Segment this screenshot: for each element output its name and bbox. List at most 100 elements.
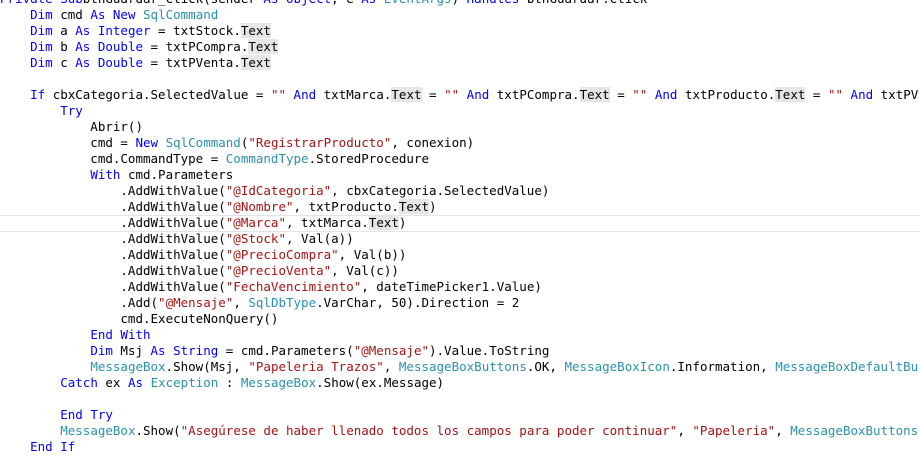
code-token: , [233,295,249,310]
string-token: "@Stock" [225,231,286,246]
code-token: txtPVenta. [880,87,919,102]
keyword-token: Catch [60,375,98,390]
code-token: c [52,55,76,70]
code-line[interactable]: Dim cmd As New SqlCommand [0,7,919,23]
highlighted-token: Text [248,39,279,54]
code-line[interactable]: ​ [0,71,919,87]
code-token: btnGuardar.Click [519,0,647,6]
code-token: , Val(c)) [331,263,399,278]
code-line[interactable]: With cmd.Parameters [0,167,919,183]
code-line[interactable]: .AddWithValue("@Nombre", txtProducto.Tex… [0,199,919,215]
code-line[interactable]: cmd.ExecuteNonQuery() [0,311,919,327]
code-line[interactable]: MessageBox.Show(Msj, "Papeleria Trazos",… [0,359,919,375]
code-token: , Val(b)) [338,247,407,262]
string-token: "RegistrarProducto" [248,135,392,150]
code-token: cmd.Parameters [120,167,234,182]
code-token: cbxCategoria.SelectedValue = [45,87,271,102]
string-token: "FechaVencimiento" [225,279,362,294]
code-line[interactable]: .AddWithValue("@PrecioCompra", Val(b)) [0,247,919,263]
code-line[interactable]: .AddWithValue("@Stock", Val(a)) [0,231,919,247]
code-line[interactable]: .AddWithValue("@IdCategoria", cbxCategor… [0,183,919,199]
code-token: ) [428,199,437,214]
code-line[interactable]: ​ [0,391,919,407]
code-token: ).Value.ToString [429,343,550,358]
code-token: btnGuardar_Click(sender [83,0,264,6]
code-token: : [218,375,241,390]
highlighted-token: Text [240,23,271,38]
code-line[interactable]: cmd.CommandType = CommandType.StoredProc… [0,151,919,167]
code-token: txtPCompra. [489,87,580,102]
keyword-token: As [127,375,144,390]
code-line-current[interactable]: .AddWithValue("@Marca", txtMarca.Text) [0,215,919,232]
code-line[interactable]: Catch ex As Exception : MessageBox.Show(… [0,375,919,391]
keyword-token: And [850,87,874,102]
code-token: , cbxCategoria.SelectedValue) [331,183,550,198]
code-line[interactable]: .AddWithValue("@PrecioVenta", Val(c)) [0,263,919,279]
type-token: MessageBoxButtons [790,423,919,438]
type-token: MessageBox [240,375,317,390]
code-line[interactable]: Try [0,103,919,119]
type-token: SqlCommand [143,7,219,22]
code-token: cmd.ExecuteNonQuery() [0,311,279,326]
type-token: MessageBoxDefaultButton [775,359,919,374]
code-token: .AddWithValue( [0,231,226,246]
code-line[interactable]: Dim c As Double = txtPVenta.Text [0,55,919,71]
highlighted-token: Text [579,87,610,102]
code-token: .Information, [669,359,776,374]
keyword-token: Try [60,103,83,118]
code-line[interactable]: End Try [0,407,919,423]
code-line[interactable]: Dim a As Integer = txtStock.Text [0,23,919,39]
type-token: SqlDbType [248,295,317,310]
type-token: Exception [150,375,219,390]
string-token: "@Marca" [225,215,286,230]
keyword-token: And [466,87,490,102]
code-token: , txtProducto. [293,199,399,214]
code-token: = [609,87,633,102]
keyword-token: End Try [60,407,113,422]
code-line[interactable]: .AddWithValue("FechaVencimiento", dateTi… [0,279,919,295]
code-line[interactable]: Private SubbtnGuardar_Click(sender As Ob… [0,0,919,7]
code-line[interactable]: If cbxCategoria.SelectedValue = "" And t… [0,87,919,103]
code-line[interactable]: End With [0,327,919,343]
string-token: "@Mensaje" [158,295,234,310]
code-token: .AddWithValue( [0,247,226,262]
keyword-token: As Double [75,55,143,70]
code-editor[interactable]: Private SubbtnGuardar_Click(sender As Ob… [0,0,919,466]
code-line[interactable]: Abrir() [0,119,919,135]
code-line[interactable]: .Add("@Mensaje", SqlDbType.VarChar, 50).… [0,295,919,311]
string-token: "" [444,87,460,102]
keyword-token: And [293,87,317,102]
code-token: = txtPCompra. [143,39,249,54]
type-token: EventArgs [376,0,452,6]
code-line[interactable]: Dim Msj As String = cmd.Parameters("@Men… [0,343,919,359]
string-token: "" [632,87,648,102]
string-token: "Papeleria" [692,423,776,438]
code-token: txtProducto. [677,87,776,102]
code-line[interactable]: MessageBox.Show("Asegúrese de haber llen… [0,423,919,439]
keyword-token: Dim [90,343,113,358]
string-token: "" [827,87,844,102]
code-line[interactable]: End If [0,439,919,455]
type-token: MessageBox [90,359,166,374]
code-line[interactable]: cmd = New SqlCommand("RegistrarProducto"… [0,135,919,151]
code-line[interactable]: Dim b As Double = txtPCompra.Text [0,39,919,55]
code-token: Abrir() [0,119,143,134]
code-token: , dateTimePicker1.Value) [361,279,542,294]
keyword-token: Handles [467,0,520,6]
string-token: "" [270,87,287,102]
highlighted-token: Text [775,87,806,102]
keyword-token: As Integer [75,23,151,38]
